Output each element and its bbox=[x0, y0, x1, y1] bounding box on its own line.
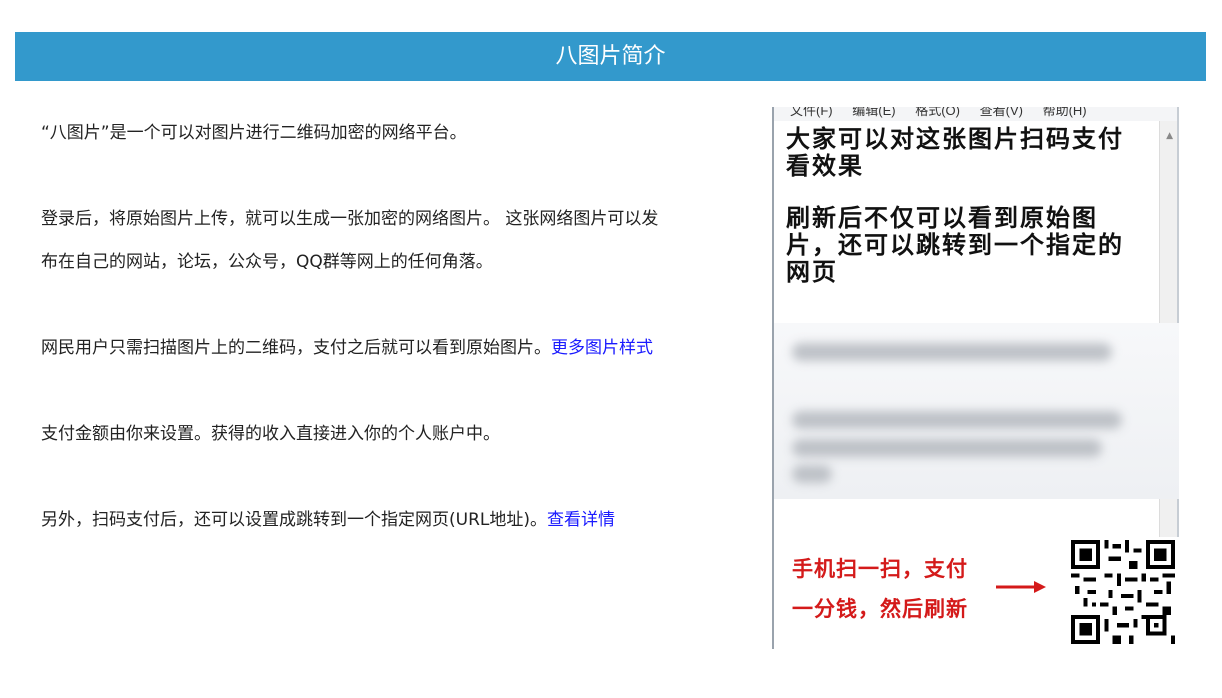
intro-paragraph-2b: 布在自己的网站，论坛，公众号，QQ群等网上的任何角落。 bbox=[41, 252, 493, 272]
menu-format: 格式(O) bbox=[915, 107, 960, 118]
intro-paragraph-1: “八图片”是一个可以对图片进行二维码加密的网络平台。 bbox=[41, 123, 467, 143]
pay-instruction-line-1: 手机扫一扫，支付 bbox=[792, 557, 968, 581]
more-styles-link[interactable]: 更多图片样式 bbox=[551, 338, 653, 358]
note-line-1: 大家可以对这张图片扫码支付看效果 bbox=[786, 124, 1124, 180]
menu-view: 查看(V) bbox=[979, 107, 1023, 118]
intro-paragraph-5: 另外，扫码支付后，还可以设置成跳转到一个指定网页(URL地址)。查看详情 bbox=[41, 499, 741, 542]
menu-help: 帮助(H) bbox=[1042, 107, 1087, 118]
qr-code-icon bbox=[1071, 540, 1175, 644]
menu-file: 文件(F) bbox=[790, 107, 833, 118]
menu-edit: 编辑(E) bbox=[852, 107, 896, 118]
intro-paragraph-4: 支付金额由你来设置。获得的收入直接进入你的个人账户中。 bbox=[41, 424, 500, 444]
page-title: 八图片简介 bbox=[15, 32, 1206, 81]
note-line-2: 刷新后不仅可以看到原始图片，还可以跳转到一个指定的网页 bbox=[786, 203, 1124, 286]
intro-text: “八图片”是一个可以对图片进行二维码加密的网络平台。 登录后，将原始图片上传，就… bbox=[41, 112, 741, 542]
intro-paragraph-5-text: 另外，扫码支付后，还可以设置成跳转到一个指定网页(URL地址)。 bbox=[41, 510, 547, 530]
intro-paragraph-3: 网民用户只需扫描图片上的二维码，支付之后就可以看到原始图片。更多图片样式 bbox=[41, 327, 741, 370]
pay-instruction-line-2: 一分钱，然后刷新 bbox=[792, 597, 968, 621]
notepad-menubar: 文件(F) 编辑(E) 格式(O) 查看(V) 帮助(H) bbox=[774, 107, 1177, 121]
notepad-text: 大家可以对这张图片扫码支付看效果 刷新后不仅可以看到原始图片，还可以跳转到一个指… bbox=[786, 125, 1136, 310]
intro-paragraph-2a: 登录后，将原始图片上传，就可以生成一张加密的网络图片。 这张网络图片可以发 bbox=[41, 209, 659, 229]
view-details-link[interactable]: 查看详情 bbox=[547, 510, 615, 530]
sample-image: 文件(F) 编辑(E) 格式(O) 查看(V) 帮助(H) ▲ 大家可以对这张图… bbox=[772, 107, 1179, 649]
scroll-up-arrow-icon: ▲ bbox=[1166, 131, 1173, 141]
intro-paragraph-3-text: 网民用户只需扫描图片上的二维码，支付之后就可以看到原始图片。 bbox=[41, 338, 551, 358]
blurred-content bbox=[774, 323, 1179, 499]
arrow-right-icon bbox=[996, 581, 1046, 593]
